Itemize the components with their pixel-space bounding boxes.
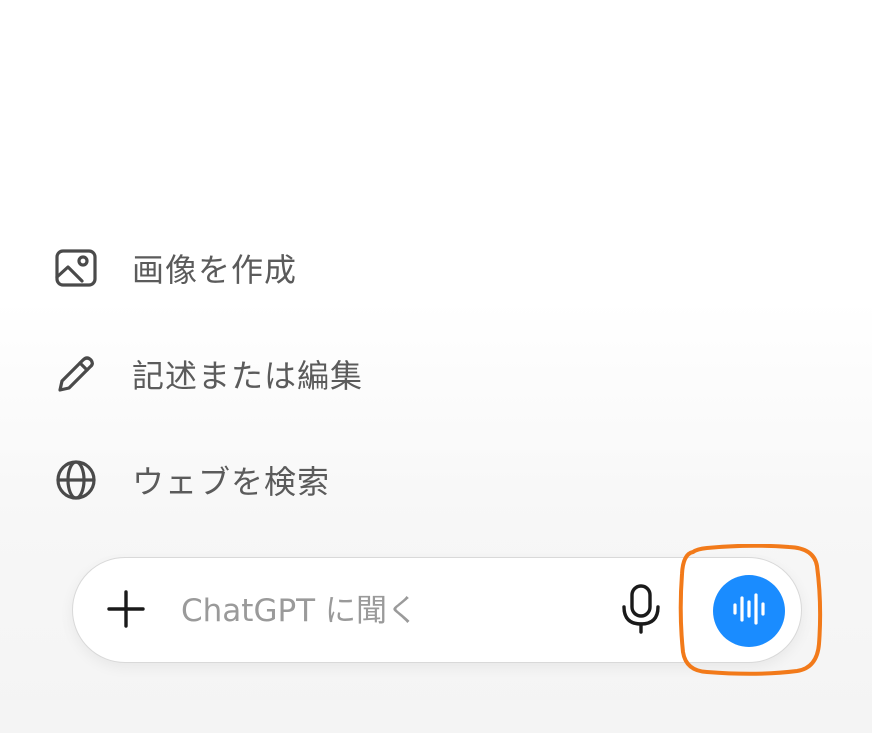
microphone-icon xyxy=(619,583,663,639)
globe-icon xyxy=(54,458,98,502)
suggestion-write-or-edit[interactable]: 記述または編集 xyxy=(54,350,363,398)
chat-composer xyxy=(72,557,802,663)
suggestion-create-image[interactable]: 画像を作成 xyxy=(54,244,363,292)
suggestion-label: 記述または編集 xyxy=(132,357,364,395)
suggestion-search-web[interactable]: ウェブを検索 xyxy=(54,456,363,504)
pencil-icon xyxy=(54,352,98,396)
image-icon xyxy=(54,246,98,290)
prompt-input[interactable] xyxy=(181,586,601,636)
voice-waveform-icon xyxy=(729,589,769,633)
suggestion-label: 画像を作成 xyxy=(132,251,298,289)
plus-icon xyxy=(104,587,148,635)
suggestion-list: 画像を作成 記述または編集 ウェブを検索 xyxy=(54,244,363,504)
suggestion-label: ウェブを検索 xyxy=(132,463,331,501)
attach-button[interactable] xyxy=(101,586,151,636)
voice-mode-button[interactable] xyxy=(713,575,785,647)
dictate-button[interactable] xyxy=(613,582,669,640)
